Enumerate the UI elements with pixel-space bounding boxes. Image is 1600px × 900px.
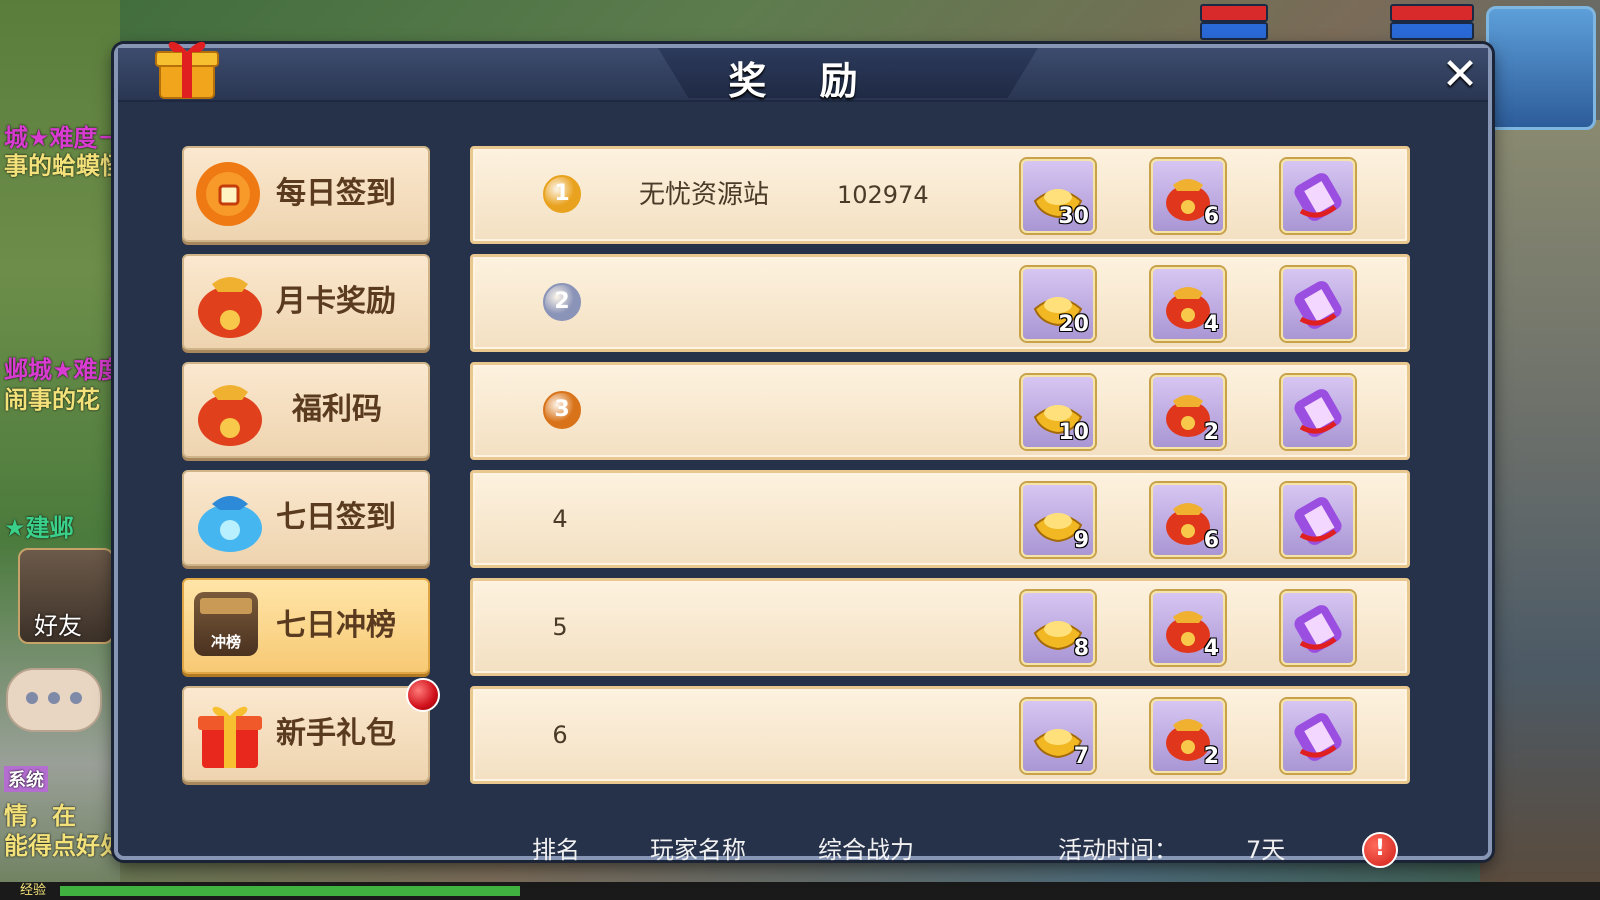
reward-count: 9: [1073, 528, 1089, 553]
sidebar-item-label: 每日签到: [276, 176, 396, 211]
lucky-bag-icon: [198, 385, 262, 446]
sun-coin-icon: [196, 162, 260, 226]
player-name: 无忧资源站: [639, 180, 770, 210]
notification-dot: [406, 678, 440, 712]
reward-count: 10: [1058, 420, 1089, 445]
reward-item-gold-ingot[interactable]: 20: [1021, 267, 1095, 341]
close-button[interactable]: ✕: [1436, 49, 1484, 100]
sidebar-item-seven-day-ranking[interactable]: 冲榜 七日冲榜: [182, 578, 430, 674]
chat-button[interactable]: [6, 668, 102, 732]
reward-item-gold-ingot[interactable]: 10: [1021, 375, 1095, 449]
reward-item-lucky-bag[interactable]: 2: [1151, 375, 1225, 449]
scene-text: 事的蛤蟆怪: [4, 152, 124, 180]
reward-count: 2: [1203, 744, 1219, 769]
game-scene-right: [1480, 120, 1600, 900]
reward-item-gold-ingot[interactable]: 30: [1021, 159, 1095, 233]
scroll-icon: [1294, 281, 1342, 329]
reward-count: 2: [1203, 420, 1219, 445]
ranking-row: 5 8 4: [470, 578, 1410, 676]
sidebar-item-label: 月卡奖励: [276, 284, 396, 319]
activity-time-value: 7天: [1246, 836, 1286, 864]
sidebar-item-monthly-card[interactable]: 月卡奖励: [182, 254, 430, 350]
combat-power: 102974: [837, 181, 929, 209]
sidebar-item-label: 七日冲榜: [276, 608, 396, 643]
ranking-row: 1 无忧资源站 102974 30 6: [470, 146, 1410, 244]
activity-time-label: 活动时间：: [1058, 836, 1178, 864]
reward-item-scroll[interactable]: [1281, 375, 1355, 449]
blue-bag-icon: [198, 496, 262, 552]
scroll-icon: [1294, 173, 1342, 221]
dialog-content: 每日签到 月卡奖励 福利码 七日签到 冲榜 七日冲榜 新手礼包 1 无忧资源站 …: [118, 102, 1488, 868]
info-icon[interactable]: !: [1362, 832, 1398, 868]
reward-count: 7: [1073, 744, 1089, 769]
reward-item-lucky-bag[interactable]: 6: [1151, 483, 1225, 557]
reward-item-gold-ingot[interactable]: 9: [1021, 483, 1095, 557]
reward-count: 6: [1203, 528, 1219, 553]
reward-item-scroll[interactable]: [1281, 699, 1355, 773]
rank-number: 4: [552, 505, 568, 533]
friend-label: 好友: [34, 612, 82, 640]
rank-medal-icon: 1: [543, 175, 581, 213]
sidebar-item-label: 七日签到: [276, 500, 396, 535]
scroll-icon: [1294, 497, 1342, 545]
reward-item-scroll[interactable]: [1281, 159, 1355, 233]
dialog-title-bar: 奖 励 ✕: [118, 41, 1488, 103]
ranking-row: 4 9 6: [470, 470, 1410, 568]
reward-item-scroll[interactable]: [1281, 267, 1355, 341]
exp-label: 经验: [20, 883, 47, 898]
reward-count: 8: [1073, 636, 1089, 661]
sidebar-item-seven-day-signin[interactable]: 七日签到: [182, 470, 430, 566]
sidebar-item-daily-signin[interactable]: 每日签到: [182, 146, 430, 242]
reward-item-lucky-bag[interactable]: 6: [1151, 159, 1225, 233]
reward-dialog: 奖 励 ✕ 每日签到 月卡奖励 福利码 七日签到 冲榜 七日冲榜 新手礼包 1 …: [114, 41, 1492, 868]
reward-item-scroll[interactable]: [1281, 483, 1355, 557]
reward-count: 4: [1203, 312, 1219, 337]
player-avatar[interactable]: [1486, 6, 1596, 130]
reward-count: 6: [1203, 204, 1219, 229]
rank-medal-icon: 3: [543, 391, 581, 429]
rank-medal-icon: 2: [543, 283, 581, 321]
reward-count: 20: [1058, 312, 1089, 337]
player-name-header: 玩家名称: [650, 836, 746, 864]
ranking-row: 3 10 2: [470, 362, 1410, 460]
gift-box-icon: [198, 706, 262, 768]
reward-count: 30: [1058, 204, 1089, 229]
ranking-icon: 冲榜: [194, 592, 258, 656]
scene-text: 闹事的花: [4, 386, 100, 414]
rank-number: 5: [552, 613, 568, 641]
ranking-icon-text: 冲榜: [210, 633, 241, 651]
reward-item-lucky-bag[interactable]: 2: [1151, 699, 1225, 773]
reward-item-gold-ingot[interactable]: 8: [1021, 591, 1095, 665]
exp-bar: 经验: [0, 882, 1600, 900]
rank-number: 6: [552, 721, 568, 749]
ranking-row: 2 20 4: [470, 254, 1410, 352]
rank-header: 排名: [532, 836, 580, 864]
gift-box-icon: [155, 41, 219, 99]
reward-item-scroll[interactable]: [1281, 591, 1355, 665]
reward-count: 4: [1203, 636, 1219, 661]
scroll-icon: [1294, 389, 1342, 437]
lucky-bag-icon: [198, 277, 262, 338]
sidebar-item-newbie-gift[interactable]: 新手礼包: [182, 678, 440, 782]
scene-text: ★建邺: [4, 514, 74, 542]
ranking-row: 6 7 2: [470, 686, 1410, 784]
dialog-title: 奖 励: [728, 59, 878, 103]
sidebar-item-welfare-code[interactable]: 福利码: [182, 362, 430, 458]
power-header: 综合战力: [818, 836, 914, 864]
sidebar-item-label: 福利码: [292, 392, 382, 427]
scroll-icon: [1294, 605, 1342, 653]
system-tag: 系统: [4, 766, 48, 792]
scroll-icon: [1294, 713, 1342, 761]
sidebar-item-label: 新手礼包: [276, 716, 396, 751]
reward-item-lucky-bag[interactable]: 4: [1151, 591, 1225, 665]
reward-item-gold-ingot[interactable]: 7: [1021, 699, 1095, 773]
reward-item-lucky-bag[interactable]: 4: [1151, 267, 1225, 341]
